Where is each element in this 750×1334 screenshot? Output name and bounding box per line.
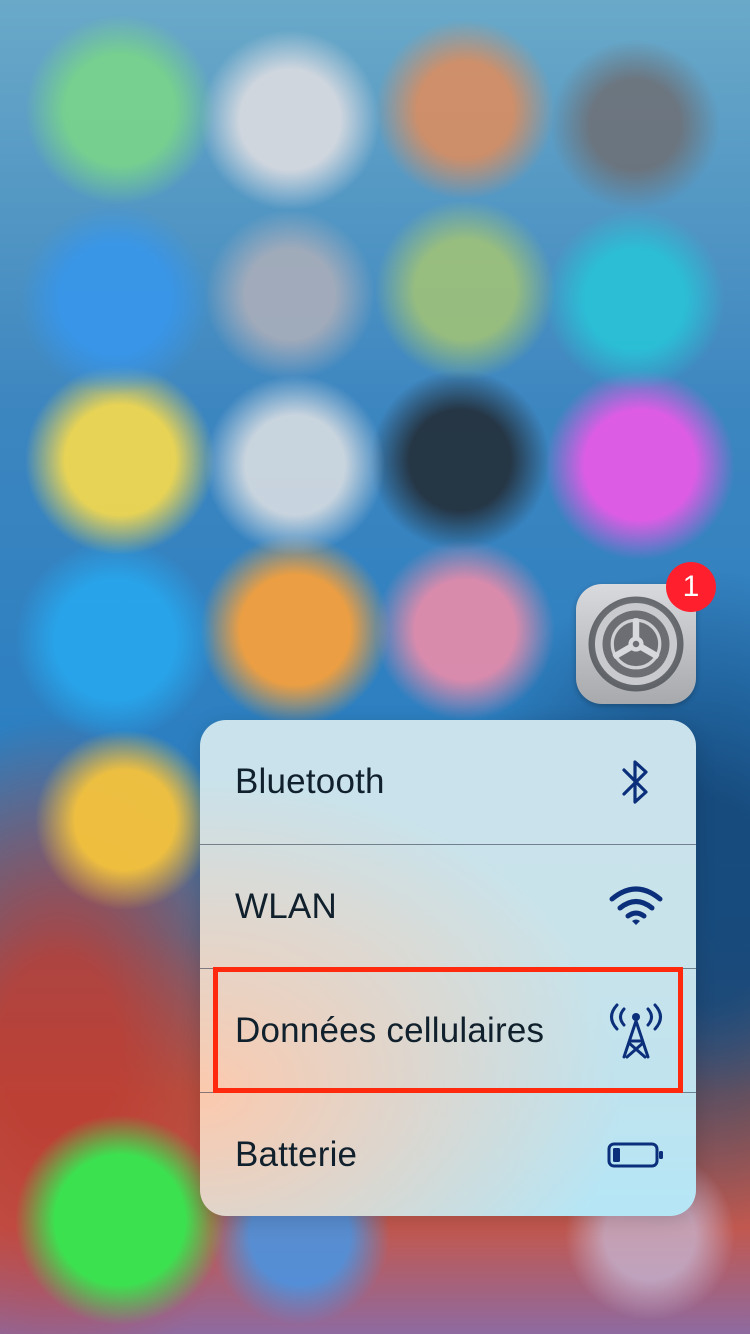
settings-gear-icon (588, 596, 684, 692)
cellular-antenna-icon (600, 995, 672, 1067)
menu-item-battery[interactable]: Batterie (200, 1092, 696, 1216)
quick-actions-menu: Bluetooth WLAN Données cellulaires Batte… (200, 720, 696, 1216)
menu-item-wlan[interactable]: WLAN (200, 844, 696, 968)
menu-item-label: WLAN (235, 886, 337, 926)
notification-badge: 1 (666, 562, 716, 612)
bluetooth-icon (600, 746, 672, 818)
menu-item-label: Bluetooth (235, 762, 385, 801)
menu-item-cellular-data[interactable]: Données cellulaires (200, 968, 696, 1092)
menu-item-label: Batterie (235, 1134, 358, 1174)
menu-item-label: Données cellulaires (235, 1010, 545, 1050)
battery-icon (600, 1119, 672, 1191)
menu-item-bluetooth[interactable]: Bluetooth (200, 720, 696, 844)
wifi-icon (600, 871, 672, 943)
